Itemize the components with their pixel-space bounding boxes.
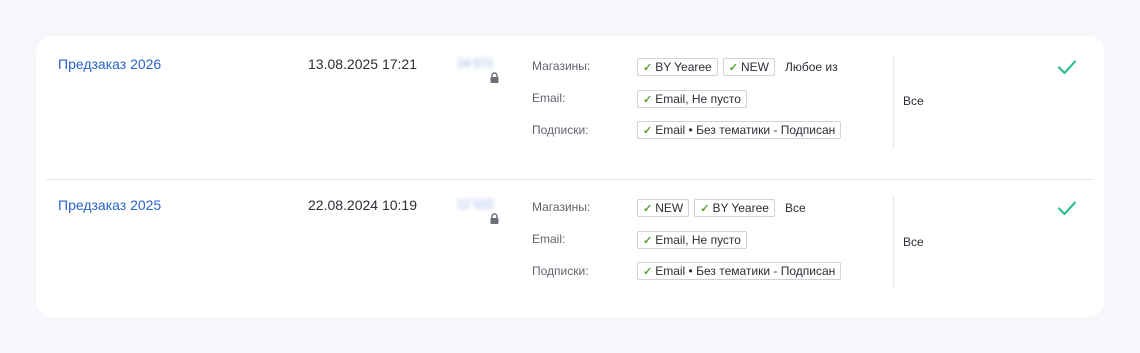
segment-name-link[interactable]: Предзаказ 2025 [58, 197, 161, 213]
check-icon: ✓ [643, 61, 653, 74]
segments-card: Предзаказ 2026 13.08.2025 17:21 14 071 М… [36, 36, 1104, 317]
check-icon: ✓ [643, 202, 653, 215]
email-tags: ✓ Email, Не пусто [637, 231, 747, 249]
subscription-tag: ✓ Email • Без тематики - Подписан [637, 121, 842, 139]
shops-mode: Любое из [784, 60, 838, 74]
check-icon [1057, 60, 1077, 75]
subscriptions-label: Подписки: [532, 123, 589, 137]
segment-date: 13.08.2025 17:21 [308, 56, 417, 72]
tag-label: Email, Не пусто [655, 233, 741, 247]
tag-label: BY Yearee [655, 60, 712, 74]
shops-tags: ✓ BY Yearee ✓ NEW Любое из [637, 58, 838, 76]
shops-tags: ✓ NEW ✓ BY Yearee Все [637, 199, 806, 217]
column-divider [893, 54, 894, 149]
lock-icon [490, 72, 499, 83]
tag-label: Email • Без тематики - Подписан [655, 264, 836, 278]
shop-tag: ✓ BY Yearee [694, 199, 775, 217]
segment-date: 22.08.2024 10:19 [308, 197, 417, 213]
check-icon: ✓ [643, 265, 653, 278]
page-background: Предзаказ 2026 13.08.2025 17:21 14 071 М… [0, 0, 1140, 353]
tag-label: Email, Не пусто [655, 92, 741, 106]
check-icon: ✓ [728, 61, 738, 74]
tag-label: NEW [655, 201, 684, 215]
check-icon [1057, 201, 1077, 216]
segment-scope: Все [903, 94, 924, 108]
segment-name-link[interactable]: Предзаказ 2026 [58, 56, 161, 72]
check-icon: ✓ [643, 93, 653, 106]
subscriptions-label: Подписки: [532, 264, 589, 278]
email-label: Email: [532, 232, 566, 246]
shop-tag: ✓ BY Yearee [637, 58, 718, 76]
column-divider [893, 195, 894, 290]
shops-label: Магазины: [532, 200, 591, 214]
tag-label: BY Yearee [712, 201, 769, 215]
tag-label: Email • Без тематики - Подписан [655, 123, 836, 137]
subscription-tag: ✓ Email • Без тематики - Подписан [637, 262, 842, 280]
email-tag: ✓ Email, Не пусто [637, 231, 747, 249]
shops-mode: Все [784, 201, 806, 215]
check-icon: ✓ [643, 124, 653, 137]
table-row: Предзаказ 2025 22.08.2024 10:19 12 522 М… [36, 177, 1104, 318]
shop-tag: ✓ NEW [637, 199, 690, 217]
email-label: Email: [532, 91, 566, 105]
tag-label: NEW [740, 60, 769, 74]
email-tag: ✓ Email, Не пусто [637, 90, 747, 108]
subscription-tags: ✓ Email • Без тематики - Подписан [637, 121, 842, 139]
shop-tag: ✓ NEW [722, 58, 775, 76]
table-row: Предзаказ 2026 13.08.2025 17:21 14 071 М… [36, 36, 1104, 177]
email-tags: ✓ Email, Не пусто [637, 90, 747, 108]
subscription-tags: ✓ Email • Без тематики - Подписан [637, 262, 842, 280]
segment-count-blurred: 14 071 [457, 56, 494, 70]
lock-icon [490, 213, 499, 224]
shops-label: Магазины: [532, 59, 591, 73]
check-icon: ✓ [700, 202, 710, 215]
segment-count-blurred: 12 522 [457, 197, 494, 211]
segment-scope: Все [903, 235, 924, 249]
check-icon: ✓ [643, 234, 653, 247]
